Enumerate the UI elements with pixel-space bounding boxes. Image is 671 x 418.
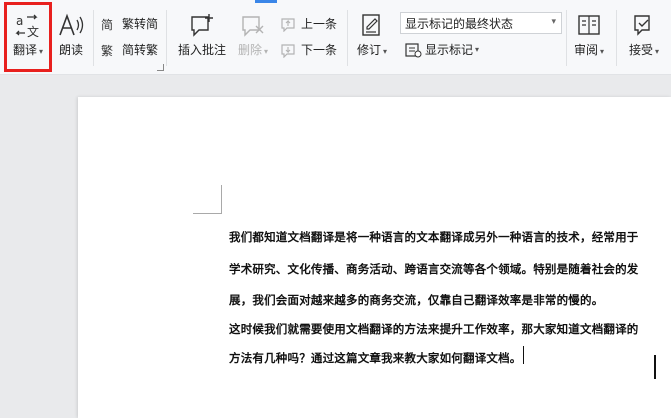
separator (347, 10, 348, 66)
paragraph-line[interactable]: 方法有几种吗？通过这篇文章我来教大家如何翻译文档。 (229, 350, 522, 366)
chevron-down-icon: ▾ (264, 47, 269, 56)
accept-button[interactable]: 接受 ▾ (624, 10, 664, 58)
chevron-down-icon: ▾ (551, 17, 556, 27)
translate-highlight-box (4, 2, 52, 72)
show-markup-label: 显示标记 (425, 43, 474, 57)
text-cursor (523, 346, 524, 364)
trad-to-simp-button[interactable]: 简 繁转简 (101, 15, 158, 32)
paragraph-line[interactable]: 我们都知道文档翻译是将一种语言的文本翻译成另外一种语言的技术，经常用于 (229, 229, 639, 245)
delete-comment-button[interactable]: 删除 ▾ (235, 10, 271, 58)
insert-comment-button[interactable]: 插入批注 (176, 10, 228, 58)
track-changes-label: 修订 (356, 43, 381, 57)
separator (566, 10, 567, 66)
separator (93, 10, 94, 66)
page-margin-corner (193, 185, 222, 214)
separator (166, 10, 167, 66)
chevron-down-icon: ▾ (655, 47, 660, 56)
markup-view-select[interactable]: 显示标记的最终状态 ▾ (400, 12, 562, 34)
track-changes-icon (360, 10, 384, 38)
separator (616, 10, 617, 66)
chevron-down-icon: ▾ (600, 47, 605, 56)
chevron-down-icon: ▾ (475, 45, 480, 54)
paragraph-line[interactable]: 学术研究、文化传播、商务活动、跨语言交流等各个领域。特别是随着社会的发 (229, 261, 639, 277)
next-label: 下一条 (301, 43, 338, 57)
review-label: 审阅 (573, 43, 598, 57)
read-aloud-button[interactable]: 朗读 (56, 10, 86, 58)
chevron-down-icon: ▾ (383, 47, 388, 56)
review-button[interactable]: 审阅 ▾ (571, 10, 607, 58)
paragraph-line[interactable]: 这时候我们就需要使用文档翻译的方法来提升工作效率，那大家知道文档翻译的 (229, 321, 639, 337)
insert-comment-label: 插入批注 (177, 43, 226, 57)
trad-to-simp-label: 繁转简 (122, 17, 159, 31)
active-tab-indicator (255, 0, 277, 3)
prev-comment-icon (280, 16, 298, 32)
prev-comment-button[interactable]: 上一条 (280, 15, 337, 32)
paragraph-line[interactable]: 展，我们会面对越来越多的商务交流，仅靠自己翻译效率是非常的慢的。 (229, 292, 603, 308)
insert-comment-icon (189, 10, 215, 38)
simp-to-trad-button[interactable]: 繁 简转繁 (101, 41, 158, 58)
simp-to-trad-icon: 繁 (101, 42, 119, 58)
group-launcher-icon[interactable] (157, 64, 164, 71)
document-page[interactable] (78, 97, 671, 418)
review-icon (576, 10, 602, 38)
next-comment-icon (280, 42, 298, 58)
simp-to-trad-label: 简转繁 (122, 43, 159, 57)
delete-label: 删除 (237, 43, 262, 57)
accept-label: 接受 (628, 43, 653, 57)
svg-text:繁: 繁 (101, 43, 113, 58)
next-comment-button[interactable]: 下一条 (280, 41, 337, 58)
markup-view-value: 显示标记的最终状态 (405, 16, 514, 31)
prev-label: 上一条 (301, 17, 338, 31)
show-markup-icon (404, 42, 422, 58)
show-markup-button[interactable]: 显示标记 ▾ (404, 41, 479, 58)
delete-comment-icon (240, 10, 266, 38)
trad-to-simp-icon: 简 (101, 16, 119, 32)
review-ribbon: a 文 翻译 ▾ 朗读 简 繁转简 繁 简转繁 插入批注 删除 ▾ 上一条 下一… (0, 0, 671, 75)
read-aloud-label: 朗读 (58, 43, 83, 57)
accept-icon (631, 10, 657, 38)
ibeam-mouse-cursor (654, 355, 656, 379)
read-aloud-icon (57, 10, 85, 38)
svg-text:简: 简 (101, 18, 113, 32)
track-changes-button[interactable]: 修订 ▾ (355, 10, 389, 58)
